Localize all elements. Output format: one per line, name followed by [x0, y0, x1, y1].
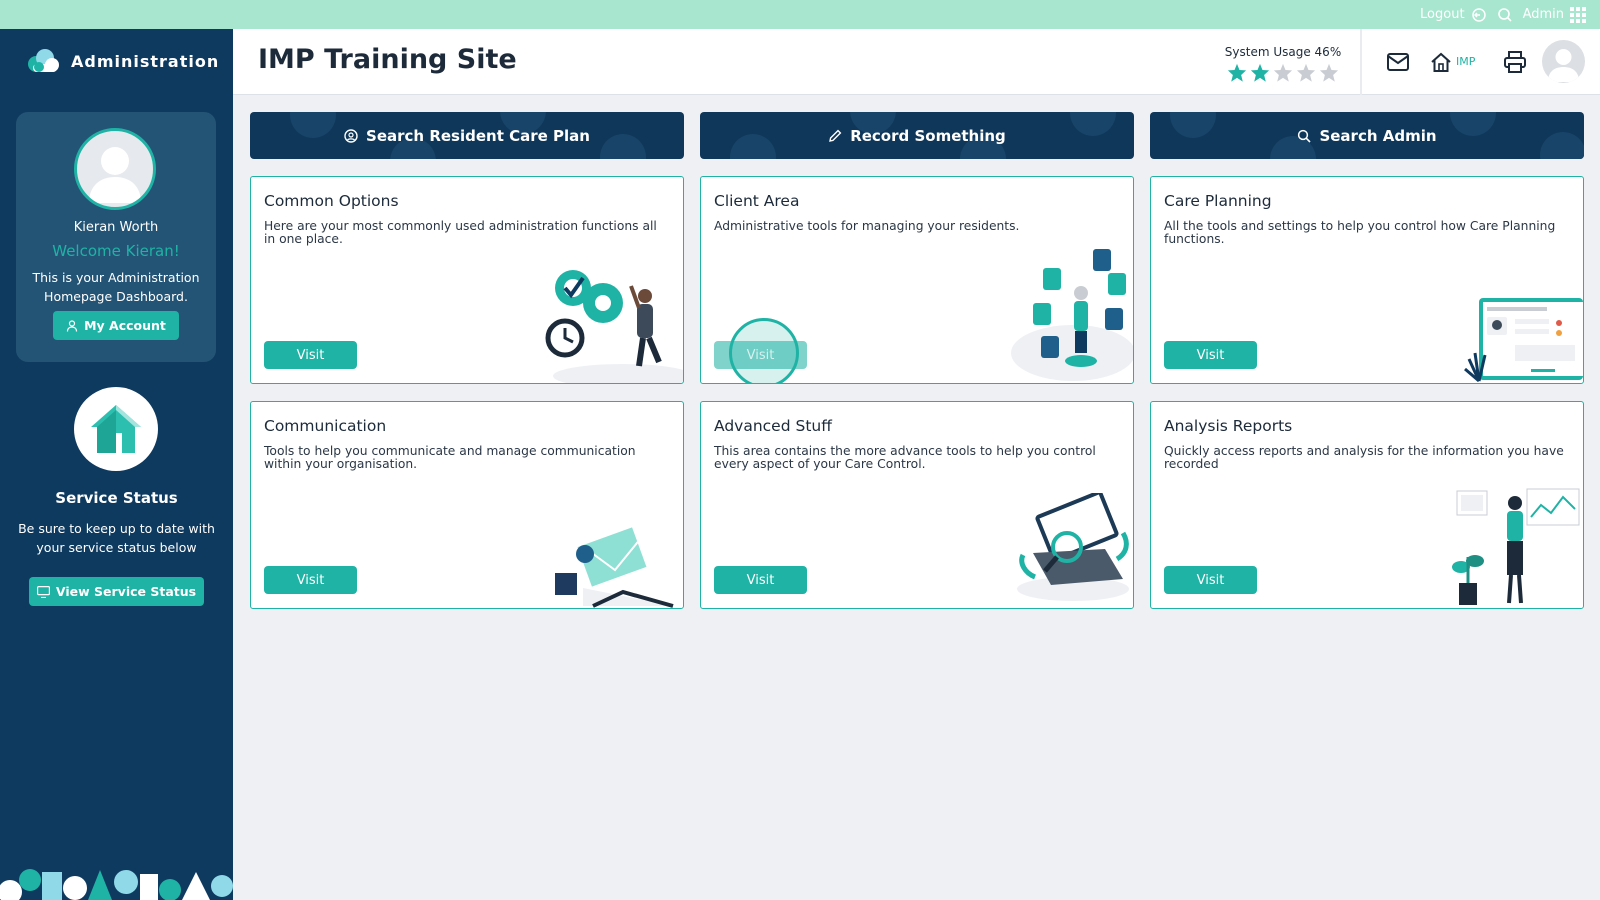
print-icon[interactable]: [1503, 51, 1527, 73]
welcome-message: Welcome Kieran!: [52, 242, 180, 260]
analysis-presenter-illustration: [1452, 488, 1580, 605]
my-account-button[interactable]: My Account: [53, 311, 179, 340]
card-title: Advanced Stuff: [714, 417, 832, 435]
card-communication: Communication Tools to help you communic…: [250, 401, 684, 609]
apps-grid-icon: [1570, 6, 1586, 23]
star-filled-icon: [1250, 63, 1270, 82]
card-advanced-stuff: Advanced Stuff This area contains the mo…: [700, 401, 1134, 609]
visit-button[interactable]: Visit: [264, 341, 357, 369]
card-title: Analysis Reports: [1164, 417, 1293, 435]
card-title: Client Area: [714, 192, 800, 210]
house-icon: [91, 405, 141, 453]
user-avatar-icon: [1548, 49, 1579, 82]
search-admin-button[interactable]: Search Admin: [1150, 112, 1584, 159]
client-network-illustration: [1011, 249, 1133, 381]
home-icon[interactable]: [1429, 51, 1453, 73]
home-label[interactable]: IMP: [1456, 55, 1475, 68]
card-title: Common Options: [264, 192, 399, 210]
user-avatar[interactable]: [1542, 40, 1585, 83]
admin-menu[interactable]: Admin: [1522, 6, 1586, 23]
visit-button[interactable]: Visit: [264, 566, 357, 594]
profile-name: Kieran Worth: [73, 220, 159, 235]
visit-button[interactable]: Visit: [714, 341, 807, 369]
logout-label: Logout: [1420, 7, 1465, 22]
decorative-pattern: [0, 868, 233, 900]
service-status-description: Be sure to keep up to date with your ser…: [18, 521, 215, 555]
search-icon: [1497, 7, 1512, 22]
mail-icon[interactable]: [1386, 51, 1410, 73]
search-resident-care-plan-button[interactable]: Search Resident Care Plan: [250, 112, 684, 159]
laptop-magnifier-illustration: [1017, 493, 1129, 601]
top-bar: Logout Admin: [0, 0, 1600, 29]
brand-title: Administration: [71, 51, 220, 71]
card-title: Care Planning: [1164, 192, 1272, 210]
service-status-illustration: [74, 387, 158, 471]
envelope-illustration: [555, 527, 674, 608]
admin-label: Admin: [1522, 7, 1564, 22]
card-description: Here are your most commonly used adminis…: [264, 219, 657, 246]
cloud-logo-icon: [28, 49, 59, 72]
user-avatar-icon: [89, 147, 141, 203]
card-description: Administrative tools for managing your r…: [714, 219, 1020, 233]
star-empty-icon: [1319, 63, 1339, 82]
card-client-area: Client Area Administrative tools for man…: [700, 176, 1134, 384]
view-service-status-button[interactable]: View Service Status: [29, 577, 204, 606]
care-plan-dashboard-illustration: [1464, 298, 1583, 383]
star-filled-icon: [1227, 63, 1247, 82]
status-monitor-icon: [36, 585, 50, 598]
brand[interactable]: Administration: [25, 47, 219, 75]
header-divider: [1360, 29, 1362, 95]
account-icon: [66, 319, 78, 332]
visit-button[interactable]: Visit: [1164, 341, 1257, 369]
system-usage: System Usage 46%: [1223, 45, 1343, 82]
view-service-status-label: View Service Status: [55, 584, 197, 599]
visit-button[interactable]: Visit: [714, 566, 807, 594]
system-usage-label: System Usage 46%: [1224, 45, 1342, 59]
card-description: Tools to help you communicate and manage…: [264, 444, 636, 471]
search-resident-care-plan-label: Search Resident Care Plan: [366, 126, 590, 145]
search-admin-label: Search Admin: [1319, 126, 1437, 145]
usage-stars: [1223, 63, 1343, 82]
record-something-label: Record Something: [850, 126, 1006, 145]
card-analysis-reports: Analysis Reports Quickly access reports …: [1150, 401, 1584, 609]
avatar: [74, 128, 156, 210]
gears-illustration: [545, 270, 683, 383]
star-empty-icon: [1296, 63, 1316, 82]
card-common-options: Common Options Here are your most common…: [250, 176, 684, 384]
topbar-search-button[interactable]: [1497, 7, 1513, 23]
visit-button[interactable]: Visit: [1164, 566, 1257, 594]
star-empty-icon: [1273, 63, 1293, 82]
care-plan-icon: [344, 128, 358, 143]
logout-link[interactable]: Logout: [1420, 7, 1487, 23]
card-description: All the tools and settings to help you c…: [1164, 219, 1556, 246]
pencil-icon: [829, 129, 842, 142]
card-title: Communication: [264, 417, 387, 435]
page-title: IMP Training Site: [258, 44, 517, 75]
card-description: Quickly access reports and analysis for …: [1164, 444, 1564, 471]
profile-card: Kieran Worth Welcome Kieran! This is you…: [16, 112, 216, 362]
card-care-planning: Care Planning All the tools and settings…: [1150, 176, 1584, 384]
service-status-title: Service Status: [55, 489, 178, 507]
search-icon: [1298, 129, 1312, 143]
my-account-label: My Account: [84, 318, 166, 333]
sidebar: Administration Kieran Worth Welcome Kier…: [0, 29, 233, 900]
profile-description: This is your Administration Homepage Das…: [32, 270, 200, 304]
page-header: IMP Training Site System Usage 46% IMP: [233, 29, 1600, 95]
record-something-button[interactable]: Record Something: [700, 112, 1134, 159]
logout-icon: [1471, 7, 1486, 22]
card-description: This area contains the more advance tool…: [714, 444, 1096, 471]
